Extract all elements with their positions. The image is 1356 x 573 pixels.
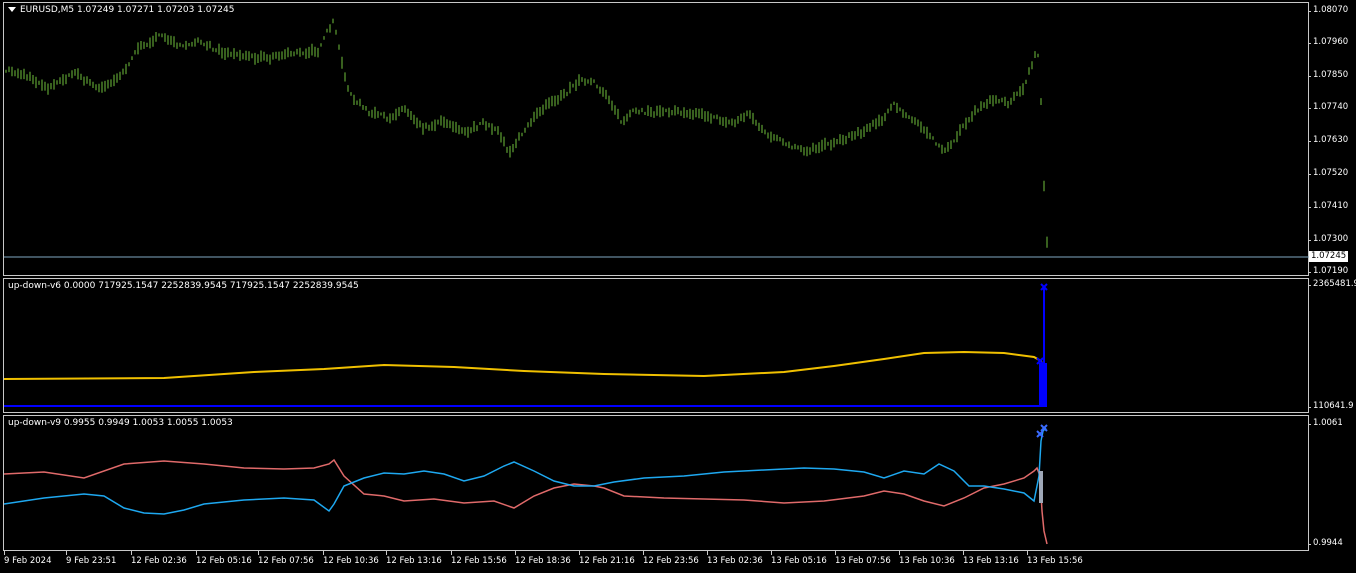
yellow-series-line (4, 350, 1045, 380)
time-tick: 13 Feb 10:36 (899, 551, 955, 566)
symbol-header[interactable]: EURUSD,M5 1.07249 1.07271 1.07203 1.0724… (8, 5, 234, 15)
price-tick: 1.07190 (1307, 266, 1349, 276)
dropdown-triangle-icon[interactable] (8, 7, 16, 12)
time-tick: 12 Feb 23:56 (643, 551, 699, 566)
axis-tick: 110641.9 (1308, 401, 1354, 411)
price-tick: 1.07630 (1307, 135, 1349, 145)
price-tick: 1.08070 (1307, 5, 1349, 15)
axis-tick: 0.9944 (1308, 538, 1343, 548)
indicator-v6-title: up-down-v6 0.0000 717925.1547 2252839.95… (8, 281, 359, 291)
price-chart-pane[interactable]: EURUSD,M5 1.07249 1.07271 1.07203 1.0724… (3, 2, 1310, 276)
red-series-line (4, 458, 1048, 545)
time-tick: 13 Feb 02:36 (707, 551, 763, 566)
indicator-v9-axis[interactable]: 1.0061 0.9944 (1308, 415, 1356, 551)
time-tick: 12 Feb 13:16 (386, 551, 442, 566)
indicator-v6-pane[interactable]: up-down-v6 0.0000 717925.1547 2252839.95… (3, 278, 1309, 413)
blue-histogram-bar (1039, 363, 1047, 407)
symbol-quote: EURUSD,M5 1.07249 1.07271 1.07203 1.0724… (20, 5, 235, 15)
indicator-v6-axis[interactable]: 2365481.9 110641.9 (1308, 278, 1356, 413)
time-tick: 12 Feb 18:36 (515, 551, 571, 566)
time-tick: 9 Feb 2024 (4, 551, 52, 566)
price-axis[interactable]: 1.08070 1.07960 1.07850 1.07740 1.07630 … (1307, 2, 1356, 276)
time-tick: 13 Feb 13:16 (963, 551, 1019, 566)
axis-tick: 1.0061 (1308, 418, 1343, 428)
time-tick: 13 Feb 07:56 (835, 551, 891, 566)
time-tick: 12 Feb 15:56 (451, 551, 507, 566)
time-tick: 13 Feb 15:56 (1027, 551, 1083, 566)
grey-marker-bar (1039, 471, 1043, 503)
price-tick: 1.07850 (1307, 70, 1349, 80)
time-tick: 12 Feb 02:36 (131, 551, 187, 566)
indicator-v9-lines (4, 424, 1048, 545)
current-price-label: 1.07245 (1309, 251, 1349, 262)
time-tick: 12 Feb 21:16 (579, 551, 635, 566)
time-tick: 9 Feb 23:51 (66, 551, 117, 566)
indicator-v6-lines (4, 283, 1048, 407)
price-tick: 1.07740 (1307, 102, 1349, 112)
axis-tick: 2365481.9 (1308, 279, 1356, 289)
time-tick: 13 Feb 05:16 (771, 551, 827, 566)
price-tick: 1.07960 (1307, 37, 1349, 47)
price-tick: 1.07410 (1307, 201, 1349, 211)
price-tick: 1.07520 (1307, 168, 1349, 178)
indicator-v9-title: up-down-v9 0.9955 0.9949 1.0053 1.0055 1… (8, 418, 233, 428)
time-tick: 12 Feb 05:16 (196, 551, 252, 566)
time-tick: 12 Feb 07:56 (258, 551, 314, 566)
indicator-v9-pane[interactable]: up-down-v9 0.9955 0.9949 1.0053 1.0055 1… (3, 415, 1309, 551)
price-tick: 1.07300 (1307, 234, 1349, 244)
price-bars (4, 18, 1310, 258)
time-tick: 12 Feb 10:36 (323, 551, 379, 566)
time-axis[interactable]: 9 Feb 2024 9 Feb 23:51 12 Feb 02:36 12 Feb … (3, 551, 1309, 573)
